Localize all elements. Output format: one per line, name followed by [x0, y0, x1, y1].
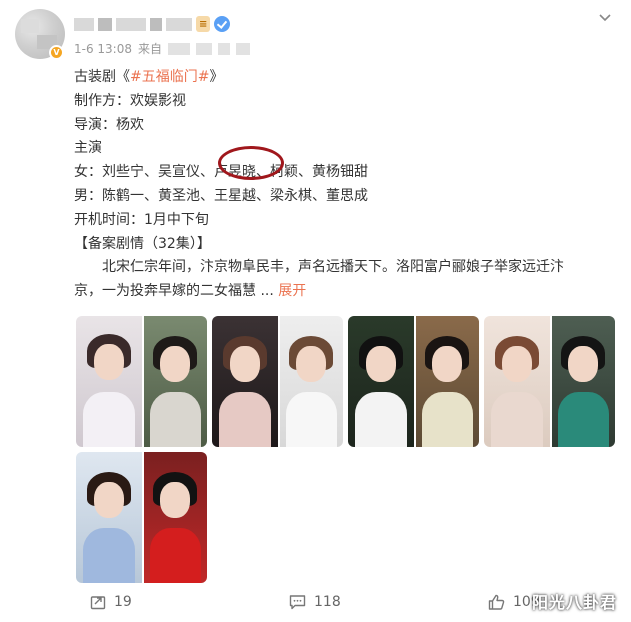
- figure-face: [229, 346, 260, 382]
- photo-half: [141, 316, 207, 447]
- avatar-blur-block: [21, 19, 39, 33]
- chevron-down-icon[interactable]: [599, 12, 611, 24]
- plot-text: 北宋仁宗年间，汴京物阜民丰，声名远播天下。洛阳富户郦娘子举家远迁汴: [102, 259, 564, 276]
- plot-text-tail: 京，一为投奔早嫁的二女福慧 ...: [74, 283, 279, 300]
- photo-half: [413, 316, 479, 447]
- username-blur: [116, 17, 146, 31]
- photo-pair-2[interactable]: [212, 316, 343, 447]
- figure-face: [568, 346, 599, 382]
- photo-half: [76, 316, 142, 447]
- plot-heading: 【备案剧情（32集）】: [74, 235, 211, 252]
- photo-half: [212, 316, 278, 447]
- annotation-circle: [218, 146, 284, 180]
- post-source-label: 来自: [138, 42, 163, 56]
- photo-half: [277, 316, 343, 447]
- figure-body: [285, 392, 337, 447]
- photo-pair-1[interactable]: [76, 316, 207, 447]
- level-badge[interactable]: ≡: [196, 16, 211, 32]
- post-body: 古装剧《#五福临门#》 制作方：欢娱影视 导演：杨欢 主演 女：刘些宁、吴宣仪、…: [74, 66, 614, 304]
- post-timestamp[interactable]: 1-6 13:08: [74, 42, 132, 56]
- repost-icon: [90, 596, 106, 610]
- verified-badge-icon: V: [49, 45, 64, 60]
- female-cast-line: 女：刘些宁、吴宣仪、卢昱晓、柯颖、黄杨钿甜: [74, 164, 368, 181]
- cast-heading: 主演: [74, 140, 102, 157]
- figure-body: [421, 392, 473, 447]
- repost-button[interactable]: 19: [90, 594, 132, 610]
- figure-body: [82, 392, 135, 447]
- figure-face: [296, 346, 327, 382]
- figure-body: [490, 392, 543, 447]
- source-blur: [236, 42, 251, 55]
- expand-link[interactable]: 展开: [278, 283, 306, 299]
- thumbs-up-icon: [488, 594, 505, 610]
- hashtag-link[interactable]: #五福临门#: [130, 69, 209, 85]
- comment-icon: [289, 595, 306, 610]
- username-row[interactable]: ≡: [74, 13, 231, 35]
- start-time-line: 开机时间：1月中下旬: [74, 211, 209, 228]
- director-line: 导演：杨欢: [74, 116, 144, 133]
- username-blur: [150, 17, 162, 31]
- figure-face: [501, 346, 532, 382]
- producer-line: 制作方：欢娱影视: [74, 92, 186, 109]
- figure-face: [365, 346, 396, 382]
- figure-face: [432, 346, 463, 382]
- post-meta: 1-6 13:08 来自: [74, 40, 251, 57]
- source-blur: [218, 42, 231, 55]
- male-cast-line: 男：陈鹤一、黄圣池、王星越、梁永棋、董思成: [74, 187, 368, 204]
- vip-check-icon[interactable]: [214, 16, 231, 32]
- username-blur: [166, 17, 192, 31]
- plot-text-continued: 京，一为投奔早嫁的二女福慧 ... 展开: [74, 280, 614, 304]
- figure-body: [82, 528, 135, 583]
- figure-body: [149, 528, 201, 583]
- username-blur: [74, 17, 94, 31]
- username-blur: [98, 17, 112, 31]
- source-blur: [196, 42, 213, 55]
- photo-pair-5[interactable]: [76, 452, 207, 583]
- figure-body: [557, 392, 609, 447]
- photo-half: [76, 452, 142, 583]
- photo-half: [348, 316, 414, 447]
- photo-half: [484, 316, 550, 447]
- title-suffix: 》: [209, 69, 224, 85]
- comment-count: 118: [314, 594, 341, 610]
- photo-pair-4[interactable]: [484, 316, 615, 447]
- drama-title-line: 古装剧《#五福临门#》: [74, 66, 614, 90]
- repost-count: 19: [114, 594, 132, 610]
- watermark-text: 阳光八卦君: [532, 593, 618, 612]
- comment-button[interactable]: 118: [289, 594, 341, 610]
- figure-face: [93, 344, 124, 380]
- figure-body: [149, 392, 201, 447]
- figure-face: [160, 482, 191, 518]
- figure-body: [218, 392, 271, 447]
- source-blur: [168, 42, 191, 55]
- figure-face: [160, 346, 191, 382]
- photo-half: [141, 452, 207, 583]
- photo-pair-3[interactable]: [348, 316, 479, 447]
- title-prefix: 古装剧《: [74, 69, 130, 85]
- figure-face: [93, 482, 124, 518]
- figure-body: [354, 392, 407, 447]
- photo-half: [549, 316, 615, 447]
